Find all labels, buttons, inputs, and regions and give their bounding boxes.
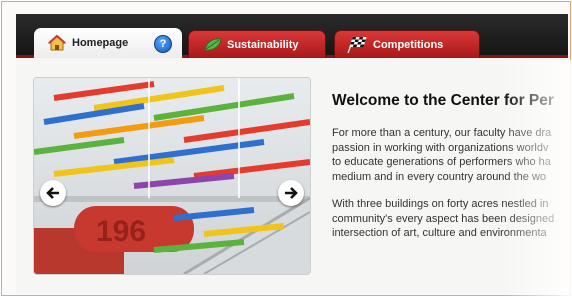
tab-homepage-label: Homepage bbox=[72, 37, 129, 49]
tab-competitions[interactable]: Competitions bbox=[334, 30, 480, 58]
slider-next-button[interactable] bbox=[278, 180, 304, 206]
arrow-left-icon bbox=[46, 187, 59, 199]
content-panel: 196 Welcome to the Center for Per For mo… bbox=[16, 58, 568, 294]
atrium-photo: 196 bbox=[34, 78, 310, 274]
tab-homepage[interactable]: Homepage ? bbox=[34, 28, 182, 58]
image-slider[interactable]: 196 bbox=[34, 78, 310, 274]
house-icon bbox=[48, 35, 66, 51]
tab-sustainability[interactable]: Sustainability bbox=[188, 30, 326, 58]
checkered-flag-icon bbox=[347, 36, 367, 54]
tab-sustainability-label: Sustainability bbox=[227, 38, 299, 51]
help-icon[interactable]: ? bbox=[154, 35, 172, 53]
wall-numerals: 196 bbox=[96, 215, 146, 248]
tab-bar: Homepage ? Sustainability Competitions bbox=[16, 14, 568, 58]
arrow-right-icon bbox=[285, 187, 298, 199]
slider-prev-button[interactable] bbox=[40, 180, 66, 206]
leaf-icon bbox=[204, 38, 222, 51]
edge-fade bbox=[502, 60, 572, 296]
tab-competitions-label: Competitions bbox=[373, 38, 444, 51]
